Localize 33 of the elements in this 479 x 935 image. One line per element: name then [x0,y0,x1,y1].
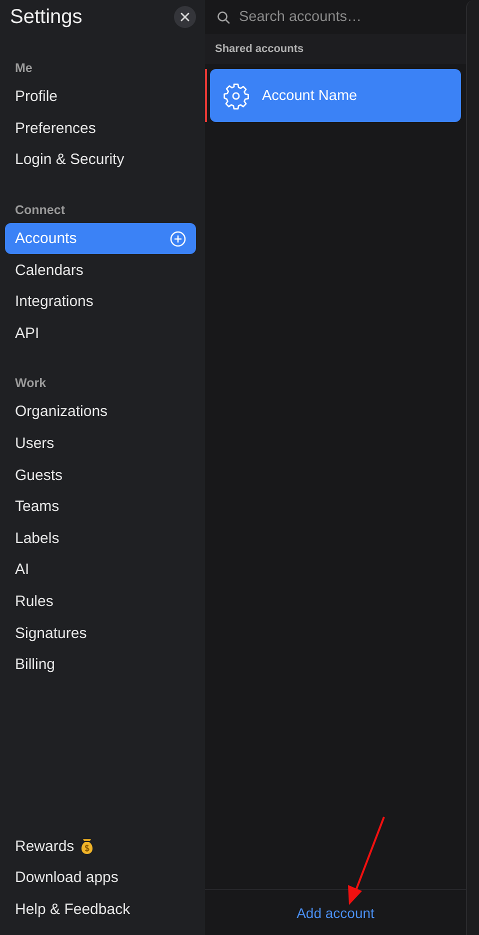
section-heading: Connect [15,202,65,217]
section-heading: Me [15,61,32,75]
sidebar-item[interactable]: Guests [5,459,196,491]
close-icon [180,12,190,22]
sidebar-item[interactable]: API [5,318,196,350]
sidebar-item[interactable]: Login & Security [5,144,196,176]
search-field[interactable]: Search accounts… [237,8,451,26]
sidebar-item[interactable]: Organizations [5,396,196,428]
sidebar-title: Settings [10,6,82,28]
sidebar-item[interactable]: AI [5,554,196,586]
gear-icon [222,82,250,110]
account-item[interactable]: Account Name [210,69,461,122]
sidebar-item[interactable]: Integrations [5,286,196,318]
sidebar-item[interactable]: Users [5,428,196,460]
money-bag-icon [79,838,96,855]
sidebar-item[interactable]: Billing [5,648,196,680]
sidebar-item[interactable]: Calendars [5,254,196,286]
section-heading: Work [15,376,46,390]
search-icon [217,10,230,24]
sidebar-link[interactable]: Rewards [15,838,74,855]
add-icon[interactable] [170,230,186,247]
sidebar-link[interactable]: Download apps [15,869,118,886]
close-button[interactable] [174,6,196,28]
sidebar-item[interactable]: Rules [5,586,196,618]
sidebar-item[interactable]: Accounts [5,222,196,254]
sidebar-item[interactable]: Signatures [5,617,196,649]
sidebar-item[interactable]: Preferences [5,112,196,144]
sidebar-item[interactable]: Profile [5,81,196,113]
add-account-link[interactable]: Add account [292,902,378,922]
group-heading: Shared accounts [215,43,304,55]
sidebar-item[interactable]: Labels [5,522,196,554]
sidebar-link[interactable]: Help & Feedback [15,900,130,918]
sidebar-item[interactable]: Teams [5,490,196,523]
